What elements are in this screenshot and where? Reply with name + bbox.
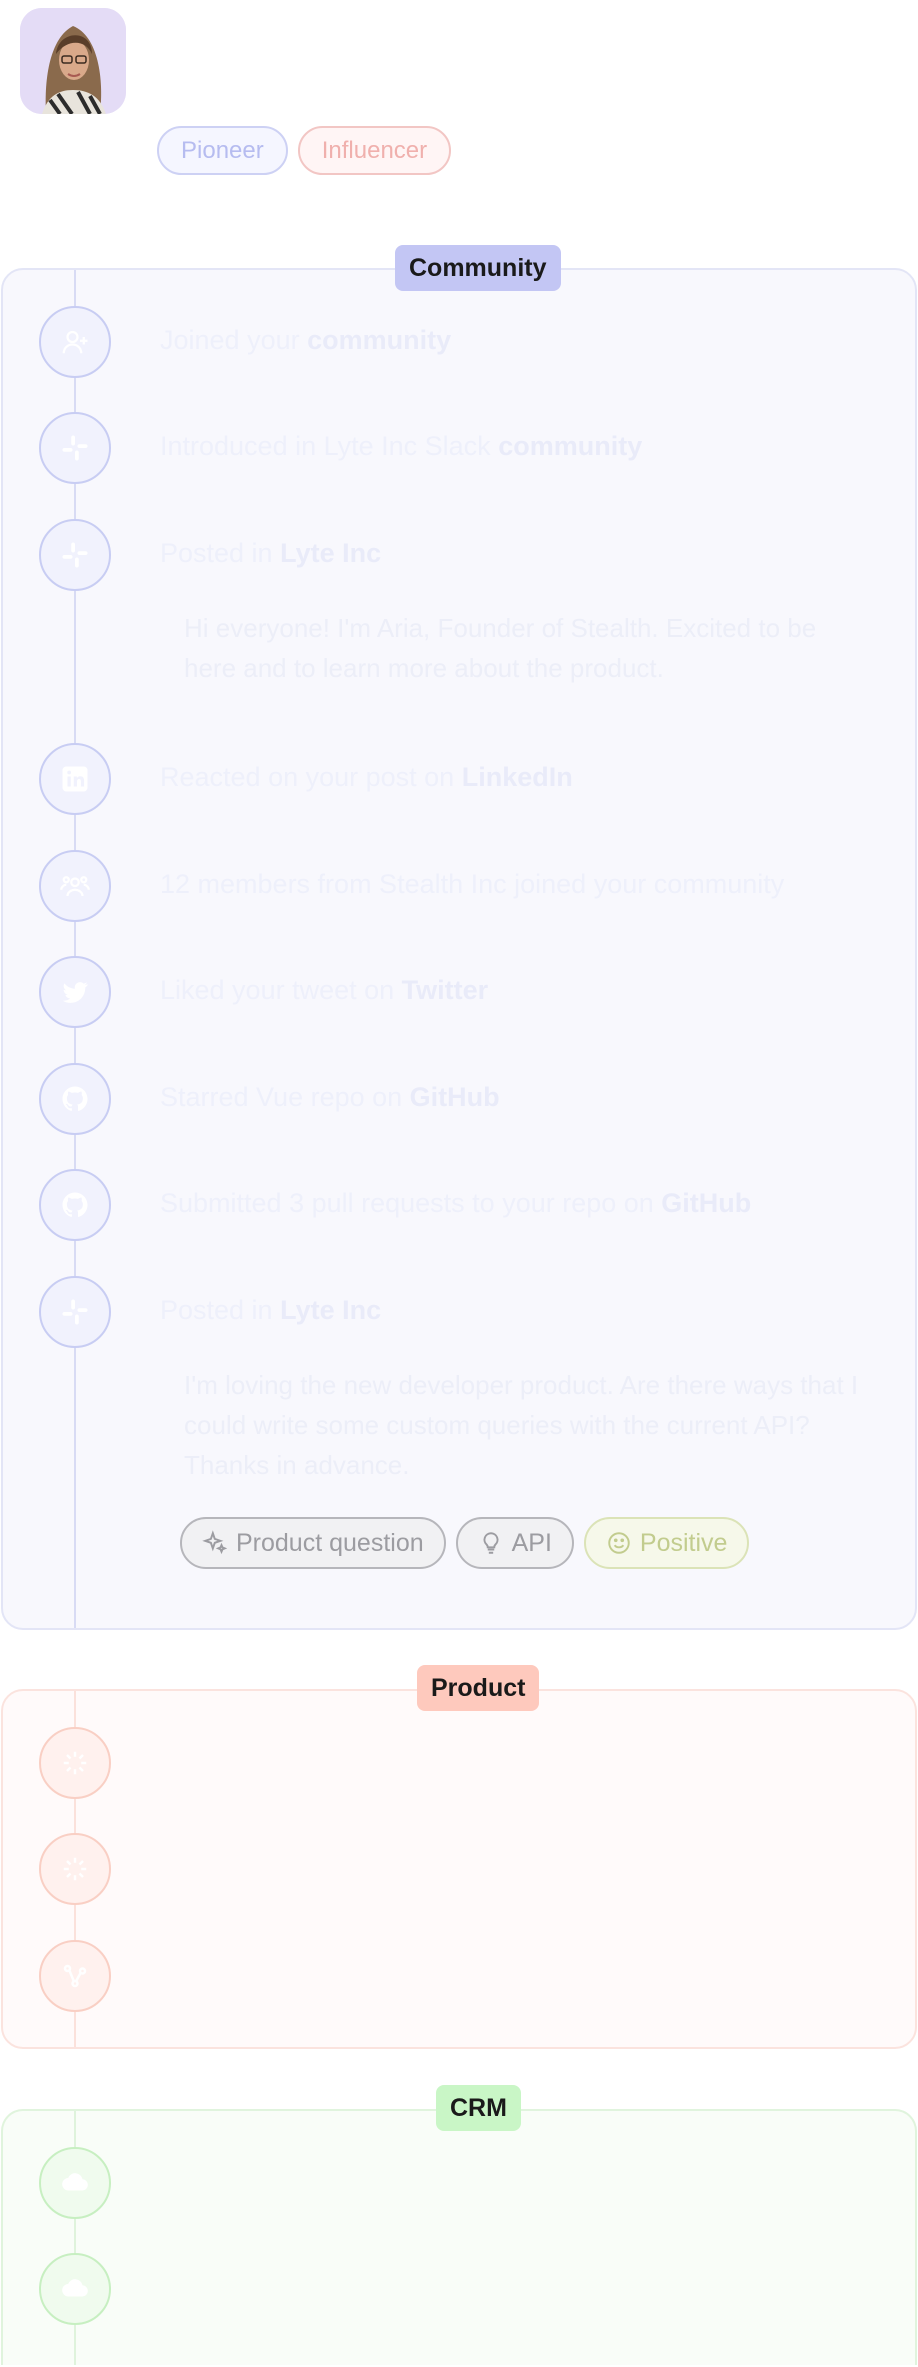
community-event-2: Introduced in Lyte Inc Slack community: [160, 431, 643, 461]
influencer-badge: Influencer: [297, 126, 452, 175]
cloud-icon: [39, 2147, 111, 2219]
slack-icon: [39, 1276, 111, 1348]
crm-section: [1, 2109, 917, 2365]
lightbulb-icon: [483, 1532, 499, 1554]
profile-badges: Pioneer Influencer: [157, 126, 452, 175]
slack-icon: [39, 412, 111, 484]
user-plus-icon: [39, 306, 111, 378]
pioneer-badge: Pioneer: [157, 126, 288, 175]
product-title: Product: [417, 1665, 540, 1711]
community-event-1: Joined your community: [160, 325, 452, 355]
avatar-image: [20, 8, 126, 114]
community-event-8: Submitted 3 pull requests to your repo o…: [160, 1188, 752, 1218]
community-event-4: Reacted on your post on LinkedIn: [160, 762, 573, 792]
community-event-5: 12 members from Stealth Inc joined your …: [160, 869, 785, 899]
flow-icon: [39, 1940, 111, 2012]
users-icon: [39, 850, 111, 922]
community-event-9: Posted in Lyte Inc: [160, 1295, 382, 1325]
smile-icon: [608, 1532, 630, 1554]
community-event-7: Starred Vue repo on GitHub: [160, 1082, 500, 1112]
cloud-icon: [39, 2253, 111, 2325]
post-tags: Product question API Positive: [180, 1517, 750, 1569]
sparkles-icon: [202, 1530, 228, 1555]
product-section: [1, 1689, 917, 2049]
community-event-3: Posted in Lyte Inc: [160, 538, 382, 568]
avatar: [20, 8, 126, 114]
community-section: Joined your community Introduced in Lyte…: [1, 268, 917, 1630]
sparkle-icon: [39, 1833, 111, 1905]
slack-icon: [39, 519, 111, 591]
sparkle-icon: [39, 1727, 111, 1799]
crm-title: CRM: [436, 2085, 521, 2131]
post-quote: I'm loving the new developer product. Ar…: [184, 1370, 859, 1480]
github-icon: [39, 1063, 111, 1135]
positive-tag[interactable]: Positive: [583, 1517, 750, 1569]
community-title: Community: [395, 245, 561, 291]
community-event-6: Liked your tweet on Twitter: [160, 975, 489, 1005]
twitter-icon: [39, 956, 111, 1028]
github-icon: [39, 1169, 111, 1241]
post-quote: Hi everyone! I'm Aria, Founder of Stealt…: [184, 613, 817, 683]
product-question-tag[interactable]: Product question: [180, 1517, 446, 1569]
linkedin-icon: [39, 743, 111, 815]
api-tag[interactable]: API: [455, 1517, 574, 1569]
